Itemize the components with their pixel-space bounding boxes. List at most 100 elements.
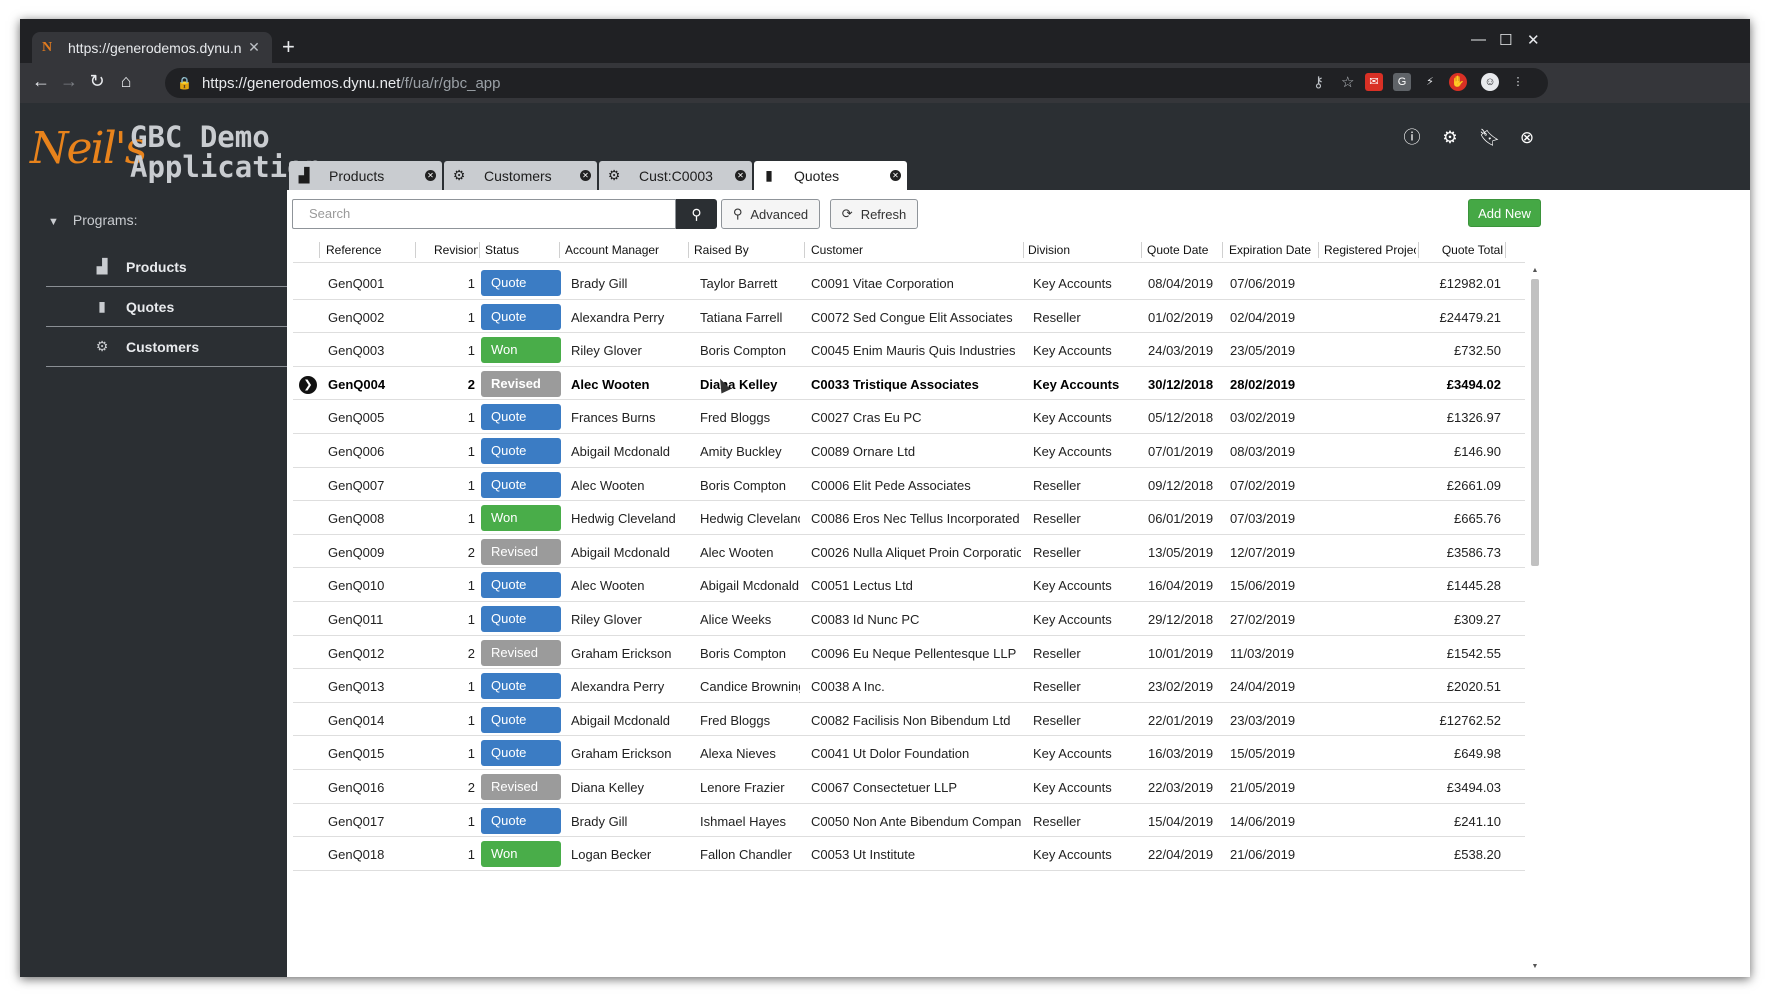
cell-raised-by: Ishmael Hayes — [700, 813, 786, 829]
cell-customer: C0067 Consectetuer LLP — [811, 779, 957, 795]
table-row[interactable]: GenQ015 1 Quote Graham Erickson Alexa Nieves… — [293, 736, 1525, 770]
scrollbar-thumb[interactable] — [1531, 279, 1539, 566]
extension-hand-icon[interactable]: ✋ — [1449, 73, 1467, 91]
close-tab-icon[interactable]: ✕ — [890, 170, 901, 181]
add-new-button[interactable]: Add New — [1468, 199, 1541, 227]
table-row[interactable]: GenQ006 1 Quote Abigail Mcdonald Amity Buckl… — [293, 434, 1525, 468]
cell-division: Key Accounts — [1033, 847, 1112, 863]
table-row[interactable]: GenQ010 1 Quote Alec Wooten Abigail Mcdonald… — [293, 568, 1525, 602]
expand-triangle-icon[interactable]: ▼ — [48, 216, 59, 228]
profile-avatar[interactable]: ☺ — [1481, 73, 1499, 91]
table-row[interactable]: GenQ001 1 Quote Brady Gill Taylor Barrett C00… — [293, 266, 1525, 300]
sidebar-item-products[interactable]: ▟ Products — [46, 247, 288, 287]
table-row[interactable]: GenQ002 1 Quote Alexandra Perry Tatiana Farr… — [293, 300, 1525, 334]
column-separator — [688, 242, 689, 258]
close-tab-icon[interactable]: ✕ — [425, 170, 436, 181]
table-row[interactable]: GenQ011 1 Quote Riley Glover Alice Weeks C008… — [293, 602, 1525, 636]
browser-menu-icon[interactable]: ⋮ — [1509, 73, 1527, 91]
column-header-registered-project[interactable]: Registered Project — [1324, 243, 1416, 257]
cell-reference: GenQ013 — [328, 679, 385, 695]
column-header-raised-by[interactable]: Raised By — [694, 243, 802, 257]
back-button[interactable]: ← — [29, 71, 53, 92]
table-row[interactable]: GenQ003 1 Won Riley Glover Boris Compton C004… — [293, 333, 1525, 367]
column-header-account-manager[interactable]: Account Manager — [565, 243, 687, 257]
reload-button[interactable]: ↻ — [85, 71, 109, 92]
settings-gear-icon[interactable]: ⚙ — [1440, 128, 1460, 148]
column-header-division[interactable]: Division — [1028, 243, 1138, 257]
tab-quotes[interactable]: ▮ Quotes ✕ — [754, 161, 907, 190]
table-row[interactable]: GenQ013 1 Quote Alexandra Perry Candice Brow… — [293, 669, 1525, 703]
tab-products[interactable]: ▟ Products ✕ — [289, 161, 442, 190]
scroll-up-arrow-icon[interactable]: ▲ — [1530, 267, 1540, 274]
close-window-button[interactable]: ✕ — [1527, 31, 1540, 49]
close-app-icon[interactable]: ⊗ — [1517, 128, 1537, 148]
scroll-down-arrow-icon[interactable]: ▼ — [1530, 963, 1540, 970]
table-row[interactable]: GenQ009 2 Revised Abigail Mcdonald Alec Woot… — [293, 535, 1525, 569]
sidebar-item-customers[interactable]: ⚙ Customers — [46, 327, 288, 367]
star-icon[interactable]: ☆ — [1341, 73, 1354, 91]
extension-mail-icon[interactable]: ✉ — [1365, 73, 1383, 91]
close-tab-icon[interactable]: ✕ — [735, 170, 746, 181]
search-input[interactable]: Search — [292, 199, 676, 229]
forward-button[interactable]: → — [57, 71, 81, 92]
column-header-status[interactable]: Status — [485, 243, 555, 257]
minimize-window-button[interactable]: — — [1471, 31, 1486, 48]
table-row[interactable]: GenQ017 1 Quote Brady Gill Ishmael Hayes C005… — [293, 804, 1525, 838]
programs-group[interactable]: ▼ Programs: — [48, 212, 137, 228]
cell-quote-total: £3494.02 — [1446, 376, 1501, 392]
search-button[interactable]: ⚲ — [676, 199, 717, 229]
cell-division: Key Accounts — [1033, 578, 1112, 594]
cell-quote-total: £665.76 — [1454, 511, 1501, 527]
url-host: https://generodemos.dynu.net — [201, 74, 401, 92]
home-button[interactable]: ⌂ — [114, 71, 138, 92]
advanced-button[interactable]: ⚲ Advanced — [721, 199, 820, 229]
table-row[interactable]: GenQ005 1 Quote Frances Burns Fred Bloggs C00… — [293, 400, 1525, 434]
cell-customer: C0041 Ut Dolor Foundation — [811, 746, 970, 762]
cell-customer: C0086 Eros Nec Tellus Incorporated — [811, 511, 1020, 527]
key-icon[interactable]: ⚷ — [1313, 73, 1324, 91]
tab-label: Customers — [484, 167, 552, 184]
close-tab-icon[interactable]: ✕ — [580, 170, 591, 181]
status-badge: Revised — [481, 538, 561, 565]
table-row[interactable]: GenQ018 1 Won Logan Becker Fallon Chandler C0… — [293, 837, 1525, 871]
cell-quote-total: £146.90 — [1454, 443, 1501, 459]
browser-tab[interactable]: N https://generodemos.dynu.n ✕ — [32, 32, 272, 63]
vertical-scrollbar[interactable]: ▲ ▼ — [1530, 267, 1540, 971]
table-row[interactable]: ❯ GenQ004 2 Revised Alec Wooten Diana Kelley C… — [293, 367, 1525, 401]
cell-division: Key Accounts — [1033, 276, 1112, 291]
tab-customers[interactable]: ⚙ Customers ✕ — [444, 161, 597, 190]
table-row[interactable]: GenQ014 1 Quote Abigail Mcdonald Fred Bloggs… — [293, 703, 1525, 737]
extension-bolt-icon[interactable]: ⚡ — [1421, 73, 1439, 91]
cell-division: Reseller — [1033, 309, 1081, 325]
current-row-arrow-icon: ❯ — [299, 375, 317, 394]
column-header-revision[interactable]: Revision — [434, 243, 478, 257]
new-tab-button[interactable]: + — [282, 36, 295, 58]
cell-expiration-date: 08/03/2019 — [1230, 443, 1296, 459]
cell-revision: 1 — [467, 679, 475, 695]
column-header-quote-date[interactable]: Quote Date — [1147, 243, 1221, 257]
refresh-button[interactable]: ⟳ Refresh — [830, 199, 918, 229]
info-icon[interactable]: ⓘ — [1402, 128, 1422, 148]
cell-quote-date: 15/04/2019 — [1148, 813, 1214, 829]
sidebar-item-quotes[interactable]: ▮ Quotes — [46, 287, 288, 327]
column-header-expiration-date[interactable]: Expiration Date — [1229, 243, 1317, 257]
table-row[interactable]: GenQ008 1 Won Hedwig Cleveland Hedwig Clevel… — [293, 501, 1525, 535]
column-header-customer[interactable]: Customer — [811, 243, 1021, 257]
cell-reference: GenQ018 — [328, 847, 385, 863]
bookmark-icon[interactable]: 🔖︎ — [1479, 128, 1501, 148]
lock-icon: 🔒 — [177, 76, 192, 90]
address-bar[interactable]: 🔒 https://generodemos.dynu.net /f/ua/r/g… — [165, 68, 1548, 98]
table-row[interactable]: GenQ007 1 Quote Alec Wooten Boris Compton C00… — [293, 468, 1525, 502]
table-row[interactable]: GenQ012 2 Revised Graham Erickson Boris Comp… — [293, 636, 1525, 670]
extension-g-icon[interactable]: G — [1393, 73, 1411, 91]
maximize-window-button[interactable]: ☐ — [1499, 31, 1512, 49]
table-row[interactable]: GenQ016 2 Revised Diana Kelley Lenore Frazie… — [293, 770, 1525, 804]
chart-icon: ▟ — [298, 167, 310, 183]
tab-cust-c0003[interactable]: ⚙ Cust:C0003 ✕ — [599, 161, 752, 190]
close-tab-icon[interactable]: ✕ — [246, 39, 262, 56]
column-header-quote-total[interactable]: Quote Total — [1423, 243, 1503, 257]
cell-quote-date: 23/02/2019 — [1148, 679, 1214, 695]
cell-raised-by: Amity Buckley — [700, 443, 782, 459]
column-separator — [1141, 242, 1142, 258]
column-header-reference[interactable]: Reference — [326, 243, 411, 257]
